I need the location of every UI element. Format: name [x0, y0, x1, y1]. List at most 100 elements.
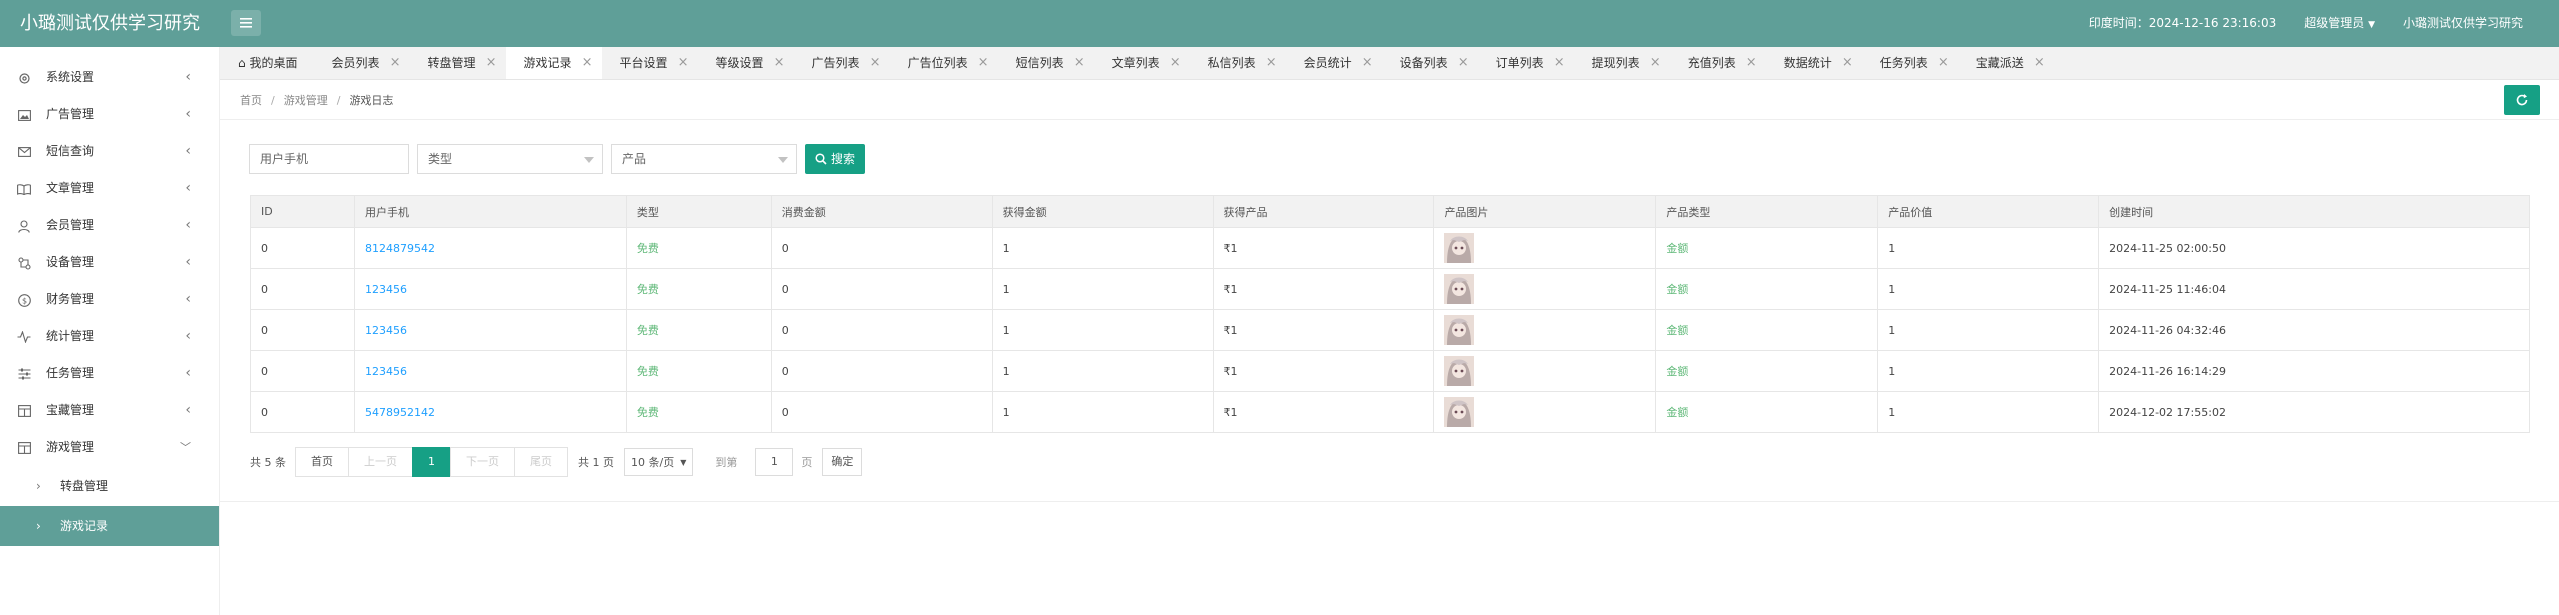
- tab-members[interactable]: 会员列表 ×: [313, 47, 409, 79]
- cell-product: ₹1: [1223, 323, 1238, 337]
- tab-ad-slot-list[interactable]: 广告位列表 ×: [890, 47, 998, 79]
- type-select[interactable]: 类型: [417, 144, 603, 174]
- close-icon[interactable]: ×: [2034, 47, 2045, 79]
- hamburger-icon: [240, 18, 252, 28]
- sidebar-item-games[interactable]: 游戏管理 ﹀: [0, 429, 219, 466]
- site-name[interactable]: 小璐测试仅供学习研究: [2403, 0, 2523, 47]
- tab-ad-list[interactable]: 广告列表 ×: [794, 47, 890, 79]
- close-icon[interactable]: ×: [390, 47, 401, 79]
- cell-phone[interactable]: 123456: [365, 283, 407, 296]
- tab-order-list[interactable]: 订单列表 ×: [1478, 47, 1574, 79]
- menu-toggle-button[interactable]: [231, 10, 261, 36]
- cell-phone[interactable]: 8124879542: [365, 242, 435, 255]
- close-icon[interactable]: ×: [1746, 47, 1757, 79]
- tab-sms-list[interactable]: 短信列表 ×: [998, 47, 1094, 79]
- close-icon[interactable]: ×: [1554, 47, 1565, 79]
- close-icon[interactable]: ×: [1458, 47, 1469, 79]
- breadcrumb-home[interactable]: 首页: [240, 94, 262, 107]
- cell-created: 2024-11-26 04:32:46: [2109, 323, 2226, 337]
- close-icon[interactable]: ×: [1362, 47, 1373, 79]
- tab-label: 游戏记录: [523, 56, 572, 70]
- cell-type: 免费: [636, 406, 659, 419]
- close-icon[interactable]: ×: [1650, 47, 1661, 79]
- tab-home[interactable]: ⌂ 我的桌面: [220, 47, 313, 79]
- last-page-button[interactable]: 尾页: [514, 447, 568, 477]
- search-button[interactable]: 搜索: [805, 144, 866, 174]
- close-icon[interactable]: ×: [1074, 47, 1085, 79]
- tab-task-list[interactable]: 任务列表 ×: [1862, 47, 1958, 79]
- tab-member-stats[interactable]: 会员统计 ×: [1286, 47, 1382, 79]
- prev-page-button[interactable]: 上一页: [348, 447, 413, 477]
- close-icon[interactable]: ×: [1938, 47, 1949, 79]
- close-icon[interactable]: ×: [1170, 47, 1181, 79]
- sidebar-item-devices[interactable]: 设备管理 ‹: [0, 244, 219, 281]
- goto-confirm-button[interactable]: 确定: [822, 448, 863, 476]
- goto-page-input[interactable]: 1: [755, 448, 794, 476]
- phone-search-input[interactable]: 用户手机: [249, 144, 409, 174]
- sidebar-item-system[interactable]: 系统设置 ‹: [0, 59, 219, 96]
- cell-product-image: [1433, 350, 1657, 392]
- current-page-button[interactable]: 1: [412, 447, 451, 477]
- sidebar-item-tasks[interactable]: 任务管理 ‹: [0, 355, 219, 392]
- close-icon[interactable]: ×: [978, 47, 989, 79]
- close-icon[interactable]: ×: [1842, 47, 1853, 79]
- tab-label: 任务列表: [1879, 56, 1928, 70]
- page-size-select[interactable]: 10 条/页 ▼: [624, 448, 694, 476]
- table-cell: 0: [770, 350, 993, 392]
- role-dropdown[interactable]: 超级管理员 ▼: [2304, 0, 2375, 47]
- close-icon[interactable]: ×: [678, 47, 689, 79]
- tab-level-settings[interactable]: 等级设置 ×: [698, 47, 794, 79]
- tab-article-list[interactable]: 文章列表 ×: [1094, 47, 1190, 79]
- sidebar-item-stats[interactable]: 统计管理 ‹: [0, 318, 219, 355]
- tab-label: 广告位列表: [907, 56, 968, 70]
- tab-label: 设备列表: [1399, 56, 1448, 70]
- tab-recharge-list[interactable]: 充值列表 ×: [1670, 47, 1766, 79]
- product-thumbnail[interactable]: [1444, 356, 1655, 386]
- sidebar-item-members[interactable]: 会员管理 ‹: [0, 207, 219, 244]
- tab-wheel[interactable]: 转盘管理 ×: [409, 47, 505, 79]
- close-icon[interactable]: ×: [486, 47, 497, 79]
- sidebar-item-sms[interactable]: 短信查询 ‹: [0, 133, 219, 170]
- cell-phone[interactable]: 123456: [365, 324, 407, 337]
- table-cell: 0: [770, 309, 993, 351]
- image-icon: [17, 108, 31, 122]
- close-icon[interactable]: ×: [1266, 47, 1277, 79]
- breadcrumb-section[interactable]: 游戏管理: [284, 94, 328, 107]
- sidebar-subitem-wheel[interactable]: › 转盘管理: [0, 466, 219, 506]
- cell-id: 0: [261, 323, 268, 337]
- tab-platform-settings[interactable]: 平台设置 ×: [602, 47, 698, 79]
- cell-phone[interactable]: 5478952142: [365, 406, 435, 419]
- cell-gain: 1: [1002, 241, 1010, 255]
- sidebar-subitem-label: 游戏记录: [60, 519, 109, 533]
- tab-device-list[interactable]: 设备列表 ×: [1382, 47, 1478, 79]
- column-header: 用户手机: [353, 195, 627, 228]
- column-header: 消费金额: [770, 195, 993, 228]
- first-page-button[interactable]: 首页: [295, 447, 349, 477]
- close-icon[interactable]: ×: [870, 47, 881, 79]
- product-thumbnail[interactable]: [1444, 233, 1655, 263]
- refresh-button[interactable]: [2504, 85, 2540, 115]
- product-thumbnail[interactable]: [1444, 397, 1655, 427]
- close-icon[interactable]: ×: [774, 47, 785, 79]
- tab-game-records[interactable]: 游戏记录 ×: [505, 47, 602, 79]
- table-cell: 1: [1877, 350, 2100, 392]
- sidebar-item-treasure[interactable]: 宝藏管理 ‹: [0, 392, 219, 429]
- product-select[interactable]: 产品: [611, 144, 797, 174]
- tab-data-stats[interactable]: 数据统计 ×: [1766, 47, 1862, 79]
- cell-spend: 0: [781, 282, 789, 296]
- tab-treasure-delivery[interactable]: 宝藏派送 ×: [1958, 47, 2054, 79]
- sidebar-subitem-game-records[interactable]: › 游戏记录: [0, 506, 219, 546]
- column-header: 获得产品: [1212, 195, 1435, 228]
- product-thumbnail[interactable]: [1444, 315, 1655, 345]
- sidebar-item-finance[interactable]: $ 财务管理 ‹: [0, 281, 219, 318]
- tab-bar: ⌂ 我的桌面 会员列表 × 转盘管理 × 游戏记录 × 平台设置 × 等级设置 × 广告列…: [220, 47, 2559, 80]
- close-icon[interactable]: ×: [582, 47, 593, 79]
- cell-phone[interactable]: 123456: [365, 365, 407, 378]
- tab-message-list[interactable]: 私信列表 ×: [1190, 47, 1286, 79]
- sidebar-item-ads[interactable]: 广告管理 ‹: [0, 96, 219, 133]
- tab-label: 短信列表: [1015, 56, 1064, 70]
- product-thumbnail[interactable]: [1444, 274, 1655, 304]
- sidebar-item-articles[interactable]: 文章管理 ‹: [0, 170, 219, 207]
- next-page-button[interactable]: 下一页: [450, 447, 515, 477]
- tab-withdraw-list[interactable]: 提现列表 ×: [1574, 47, 1670, 79]
